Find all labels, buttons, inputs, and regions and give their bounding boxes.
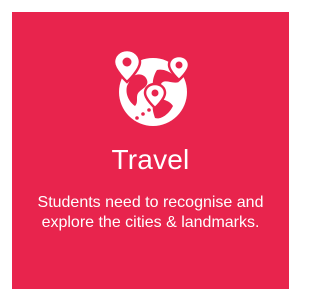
globe-pins-icon-container xyxy=(12,44,289,132)
card-title: Travel xyxy=(111,144,190,175)
travel-card: Travel Students need to recognise and ex… xyxy=(12,12,289,289)
card-description: Students need to recognise and explore t… xyxy=(37,194,264,231)
globe-with-location-pins-icon xyxy=(112,48,190,126)
